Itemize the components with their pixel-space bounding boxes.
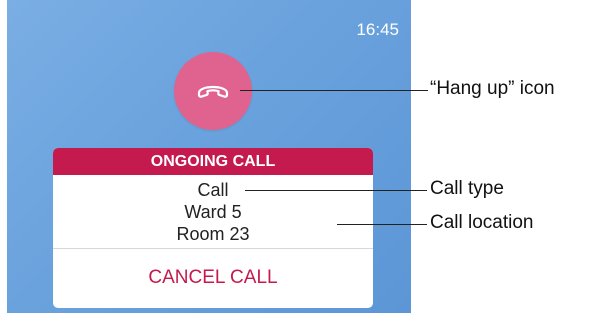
callout-line-call-location	[337, 224, 427, 225]
figure: 16:45 ONGOING CALL Call Ward 5 Room 23 C…	[0, 0, 613, 313]
ward-text: Ward 5	[184, 201, 242, 222]
ongoing-call-card: ONGOING CALL Call Ward 5 Room 23 CANCEL …	[53, 148, 373, 308]
callout-label-hangup: “Hang up” icon	[430, 78, 555, 99]
hangup-button[interactable]	[174, 52, 252, 130]
cancel-call-button[interactable]: CANCEL CALL	[53, 249, 373, 306]
callout-label-call-location: Call location	[430, 212, 534, 233]
call-type-text: Call	[197, 179, 229, 200]
callout-line-call-type	[245, 190, 427, 191]
phone-screen: 16:45 ONGOING CALL Call Ward 5 Room 23 C…	[7, 0, 411, 313]
phone-hangup-icon	[197, 85, 229, 98]
callout-line-hangup	[240, 90, 428, 91]
card-header: ONGOING CALL	[53, 148, 373, 175]
room-text: Room 23	[176, 223, 250, 244]
status-time: 16:45	[356, 20, 399, 39]
callout-label-call-type: Call type	[430, 178, 504, 199]
call-details: Call Ward 5 Room 23	[53, 175, 373, 248]
